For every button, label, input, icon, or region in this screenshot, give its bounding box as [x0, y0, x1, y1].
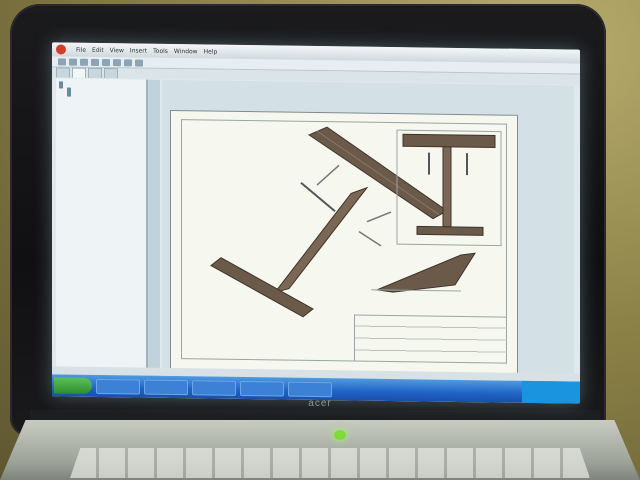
toolbar-button[interactable]: [69, 58, 77, 66]
laptop-display: File Edit View Insert Tools Window Help: [52, 42, 580, 404]
panel-splitter[interactable]: [148, 79, 160, 380]
feature-tree: [56, 78, 148, 380]
start-button[interactable]: [54, 377, 92, 394]
toolbar-button[interactable]: [91, 58, 99, 66]
title-block: [354, 314, 507, 364]
toolbar-button[interactable]: [135, 58, 143, 67]
toolbar-button[interactable]: [80, 58, 88, 66]
tab-2[interactable]: [72, 67, 86, 78]
taskbar-item[interactable]: [240, 380, 284, 397]
menu-insert[interactable]: Insert: [130, 47, 147, 54]
menu-bar: File Edit View Insert Tools Window Help: [76, 46, 217, 55]
keyboard: [70, 448, 590, 478]
tab-1[interactable]: [56, 67, 70, 78]
tree-item[interactable]: [56, 90, 146, 93]
toolbar-button[interactable]: [124, 58, 132, 66]
system-tray[interactable]: [522, 380, 580, 404]
power-led-icon: [334, 430, 346, 440]
menu-edit[interactable]: Edit: [92, 46, 104, 53]
drawing-sheet: [170, 109, 518, 375]
menu-help[interactable]: Help: [204, 48, 218, 55]
app-logo-icon: [56, 44, 66, 55]
menu-window[interactable]: Window: [174, 48, 198, 55]
drawing-canvas[interactable]: [162, 79, 574, 386]
taskbar-item[interactable]: [288, 381, 332, 397]
menu-view[interactable]: View: [110, 47, 124, 54]
toolbar-button[interactable]: [113, 58, 121, 66]
menu-file[interactable]: File: [76, 46, 86, 53]
taskbar-item[interactable]: [144, 379, 188, 395]
toolbar-button[interactable]: [102, 58, 110, 66]
menu-tools[interactable]: Tools: [153, 47, 168, 54]
taskbar-item[interactable]: [192, 379, 236, 396]
tab-3[interactable]: [88, 67, 102, 79]
toolbar-button[interactable]: [58, 57, 66, 66]
tab-4[interactable]: [104, 68, 118, 79]
taskbar-item[interactable]: [96, 378, 140, 395]
